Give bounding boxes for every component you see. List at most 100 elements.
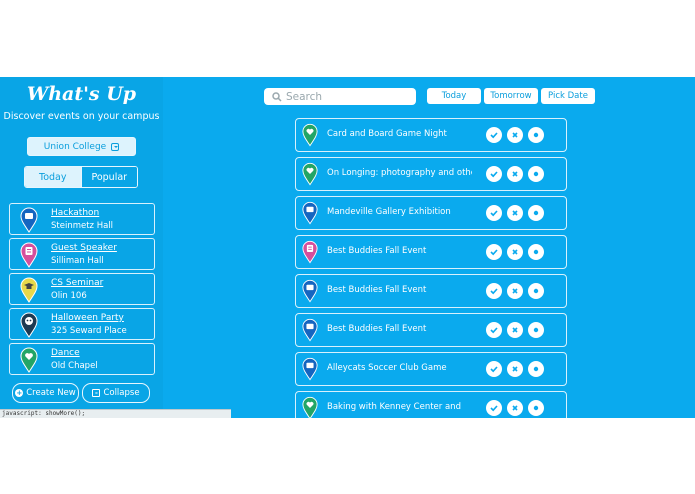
event-list: Card and Board Game Night On Longing: ph… (295, 118, 567, 418)
close-icon[interactable] (507, 361, 523, 377)
my-event-place: Steinmetz Hall (51, 221, 114, 231)
college-select-value: Union College (43, 141, 107, 152)
graduation-cap-icon (20, 277, 38, 303)
heart-icon (302, 123, 318, 147)
check-icon[interactable] (486, 322, 502, 338)
app-subtitle: Discover events on your campus (3, 111, 160, 122)
check-icon[interactable] (486, 166, 502, 182)
my-event-item[interactable]: CS Seminar Olin 106 (9, 273, 155, 305)
close-icon[interactable] (507, 400, 523, 416)
close-icon[interactable] (507, 205, 523, 221)
dropdown-arrow-icon (111, 142, 120, 151)
heart-icon (302, 162, 318, 186)
event-title[interactable]: Mandeville Gallery Exhibition (327, 207, 472, 217)
event-row[interactable]: Best Buddies Fall Event (295, 313, 567, 347)
event-title[interactable]: Best Buddies Fall Event (327, 285, 472, 295)
id-card-icon (20, 242, 38, 268)
event-title[interactable]: Best Buddies Fall Event (327, 324, 472, 334)
heart-icon (20, 347, 38, 373)
my-event-name[interactable]: Hackathon (51, 208, 99, 218)
close-icon[interactable] (507, 283, 523, 299)
toggle-today-button[interactable]: Today (25, 167, 81, 187)
my-event-item[interactable]: Halloween Party 325 Seward Place (9, 308, 155, 340)
view-toggle: Today Popular (24, 166, 138, 188)
event-actions (486, 205, 544, 221)
close-icon[interactable] (507, 166, 523, 182)
my-event-item[interactable]: Hackathon Steinmetz Hall (9, 203, 155, 235)
toggle-popular-button[interactable]: Popular (80, 167, 137, 187)
collapse-label: Collapse (103, 388, 140, 398)
more-icon[interactable] (528, 322, 544, 338)
app-title: What's Up (26, 83, 137, 105)
calendar-icon (20, 207, 38, 233)
event-row[interactable]: Best Buddies Fall Event (295, 274, 567, 308)
event-title[interactable]: On Longing: photography and other (327, 168, 472, 178)
my-events-list: Hackathon Steinmetz Hall Guest Speaker S… (9, 203, 155, 378)
check-icon[interactable] (486, 400, 502, 416)
create-new-label: Create New (26, 388, 76, 398)
more-icon[interactable] (528, 166, 544, 182)
event-title[interactable]: Card and Board Game Night (327, 129, 472, 139)
event-row[interactable]: Mandeville Gallery Exhibition (295, 196, 567, 230)
calendar-icon (302, 357, 318, 381)
check-icon[interactable] (486, 244, 502, 260)
more-icon[interactable] (528, 205, 544, 221)
event-row[interactable]: Alleycats Soccer Club Game (295, 352, 567, 386)
filter-tomorrow-button[interactable]: Tomorrow (484, 88, 538, 104)
event-actions (486, 127, 544, 143)
calendar-icon (302, 279, 318, 303)
event-actions (486, 322, 544, 338)
my-event-place: 325 Seward Place (51, 326, 127, 336)
calendar-icon (302, 318, 318, 342)
my-event-place: Olin 106 (51, 291, 87, 301)
event-row[interactable]: Card and Board Game Night (295, 118, 567, 152)
search-input[interactable] (286, 89, 411, 104)
event-row[interactable]: Baking with Kenney Center and (295, 391, 567, 418)
check-icon[interactable] (486, 361, 502, 377)
more-icon[interactable] (528, 361, 544, 377)
event-actions (486, 400, 544, 416)
event-title[interactable]: Alleycats Soccer Club Game (327, 363, 472, 373)
heart-icon (302, 396, 318, 418)
my-event-item[interactable]: Dance Old Chapel (9, 343, 155, 375)
my-event-name[interactable]: Halloween Party (51, 313, 124, 323)
collapse-icon: - (92, 389, 101, 397)
check-icon[interactable] (486, 127, 502, 143)
search-box (264, 88, 416, 105)
create-new-button[interactable]: + Create New (12, 383, 79, 403)
filter-pick-date-button[interactable]: Pick Date (541, 88, 595, 104)
close-icon[interactable] (507, 322, 523, 338)
more-icon[interactable] (528, 283, 544, 299)
my-event-name[interactable]: Guest Speaker (51, 243, 117, 253)
search-icon (272, 91, 282, 102)
event-actions (486, 244, 544, 260)
event-row[interactable]: Best Buddies Fall Event (295, 235, 567, 269)
my-event-place: Silliman Hall (51, 256, 104, 266)
id-card-icon (302, 240, 318, 264)
calendar-icon (302, 201, 318, 225)
mask-icon (20, 312, 38, 338)
event-title[interactable]: Best Buddies Fall Event (327, 246, 472, 256)
close-icon[interactable] (507, 244, 523, 260)
my-event-name[interactable]: Dance (51, 348, 80, 358)
event-actions (486, 361, 544, 377)
plus-icon: + (15, 389, 24, 397)
event-title[interactable]: Baking with Kenney Center and (327, 402, 472, 412)
event-row[interactable]: On Longing: photography and other (295, 157, 567, 191)
browser-status-bar: javascript: showMore(); (0, 409, 231, 418)
my-event-name[interactable]: CS Seminar (51, 278, 103, 288)
my-event-item[interactable]: Guest Speaker Silliman Hall (9, 238, 155, 270)
more-icon[interactable] (528, 244, 544, 260)
check-icon[interactable] (486, 205, 502, 221)
my-event-place: Old Chapel (51, 361, 98, 371)
more-icon[interactable] (528, 400, 544, 416)
more-icon[interactable] (528, 127, 544, 143)
collapse-button[interactable]: - Collapse (82, 383, 150, 403)
check-icon[interactable] (486, 283, 502, 299)
filter-today-button[interactable]: Today (427, 88, 481, 104)
close-icon[interactable] (507, 127, 523, 143)
college-select[interactable]: Union College (27, 137, 136, 156)
app-window: What's Up Discover events on your campus… (0, 77, 695, 418)
event-actions (486, 166, 544, 182)
sidebar: What's Up Discover events on your campus… (0, 77, 163, 418)
